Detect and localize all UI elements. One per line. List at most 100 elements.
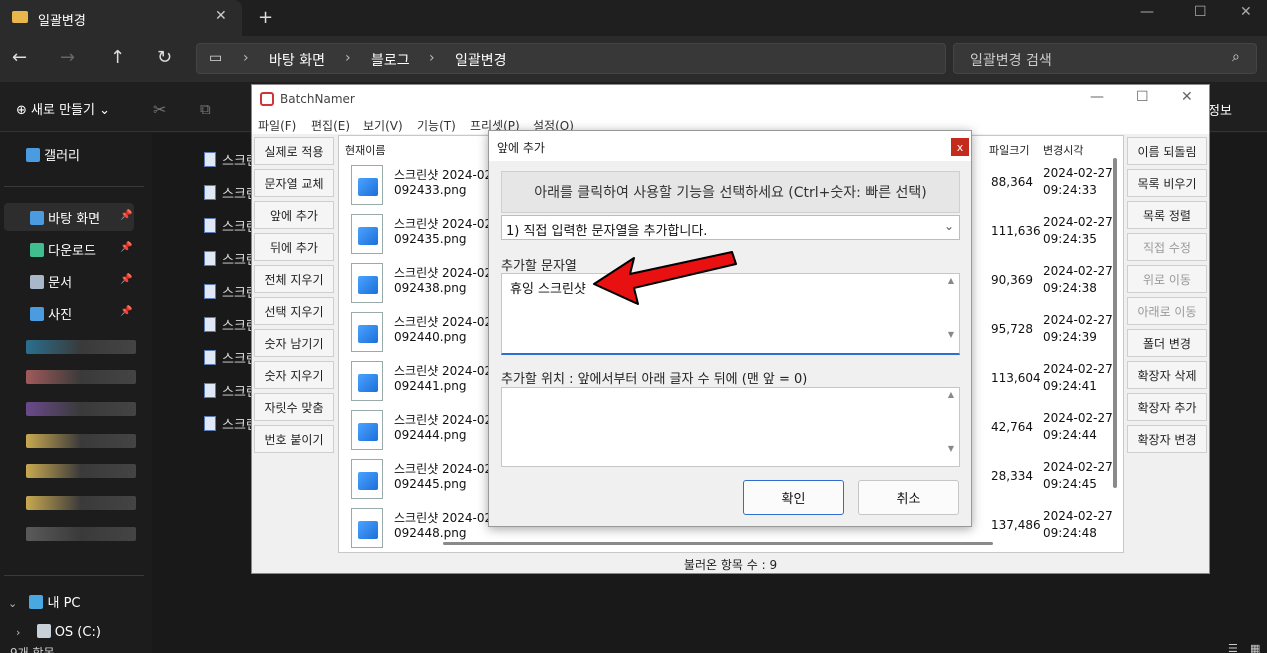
remove-numbers-button[interactable]: 숫자 지우기 — [254, 361, 334, 389]
change-folder-button[interactable]: 폴더 변경 — [1127, 329, 1207, 357]
chevron-down-icon: ⌄ — [944, 219, 955, 233]
file-time: 09:24:44 — [1043, 428, 1097, 442]
menu-file[interactable]: 파일(F) — [258, 117, 296, 134]
close-window-icon[interactable]: ✕ — [1240, 4, 1252, 20]
add-extension-button[interactable]: 확장자 추가 — [1127, 393, 1207, 421]
file-item[interactable]: 스크린 — [204, 348, 258, 367]
sidebar-item-desktop[interactable]: 바탕 화면 — [30, 208, 100, 227]
tiles-view-icon[interactable]: ▦ — [1250, 642, 1260, 653]
file-item[interactable]: 스크린 — [204, 216, 258, 235]
undo-names-button[interactable]: 이름 되돌림 — [1127, 137, 1207, 165]
cancel-button[interactable]: 취소 — [858, 480, 959, 515]
file-item[interactable]: 스크린 — [204, 414, 258, 433]
add-suffix-button[interactable]: 뒤에 추가 — [254, 233, 334, 261]
move-up-button[interactable]: 위로 이동 — [1127, 265, 1207, 293]
new-tab-button[interactable]: + — [258, 7, 273, 28]
vertical-scrollbar[interactable] — [1113, 158, 1117, 488]
change-extension-button[interactable]: 확장자 변경 — [1127, 425, 1207, 453]
edit-directly-button[interactable]: 직접 수정 — [1127, 233, 1207, 261]
file-size: 113,604 — [991, 371, 1041, 385]
breadcrumb-item[interactable]: 블로그 — [371, 50, 410, 70]
maximize-icon[interactable]: ☐ — [1194, 4, 1207, 20]
mode-dropdown[interactable]: 1) 직접 입력한 문자열을 추가합니다. ⌄ — [501, 215, 960, 240]
horizontal-scrollbar[interactable] — [443, 542, 993, 545]
explorer-tab[interactable]: 일괄변경 ✕ — [0, 0, 242, 36]
sidebar-item-pictures[interactable]: 사진 — [30, 304, 72, 323]
column-header-current-name[interactable]: 현재이름 — [345, 142, 385, 158]
file-item[interactable]: 스크린 — [204, 381, 258, 400]
keep-numbers-button[interactable]: 숫자 남기기 — [254, 329, 334, 357]
file-date: 2024-02-27 — [1043, 313, 1113, 327]
replace-string-button[interactable]: 문자열 교체 — [254, 169, 334, 197]
clear-list-button[interactable]: 목록 비우기 — [1127, 169, 1207, 197]
forward-arrow-icon[interactable]: → — [60, 47, 75, 68]
ok-button[interactable]: 확인 — [743, 480, 844, 515]
pin-icon[interactable]: 📌 — [120, 306, 132, 317]
chevron-right-icon: › — [16, 626, 21, 639]
file-date: 2024-02-27 — [1043, 362, 1113, 376]
dialog-close-icon[interactable]: x — [951, 138, 969, 156]
search-icon[interactable]: ⌕ — [1232, 49, 1240, 65]
add-prefix-button[interactable]: 앞에 추가 — [254, 201, 334, 229]
column-header-modified[interactable]: 변경시각 — [1043, 142, 1083, 158]
file-item[interactable]: 스크린 — [204, 282, 258, 301]
file-name: 스크린샷 2024-02- — [394, 462, 497, 476]
minimize-icon[interactable]: — — [1140, 4, 1154, 20]
file-name: 092438.png — [394, 281, 467, 295]
breadcrumb-item[interactable]: 일괄변경 — [455, 50, 507, 70]
textarea-scrollbar[interactable]: ▲ ▼ — [945, 276, 957, 352]
refresh-icon[interactable]: ↻ — [157, 47, 172, 68]
maximize-icon[interactable]: ☐ — [1136, 89, 1149, 105]
textarea-scrollbar[interactable]: ▲ ▼ — [945, 390, 957, 464]
pin-icon[interactable]: 📌 — [120, 242, 132, 253]
menu-view[interactable]: 보기(V) — [363, 117, 403, 134]
dialog-title: 앞에 추가 — [497, 141, 545, 155]
back-arrow-icon[interactable]: ← — [12, 47, 27, 68]
pc-icon — [29, 595, 44, 609]
file-item[interactable]: 스크린 — [204, 315, 258, 334]
menu-edit[interactable]: 편집(E) — [311, 117, 350, 134]
sort-list-button[interactable]: 목록 정렬 — [1127, 201, 1207, 229]
up-arrow-icon[interactable]: ↑ — [110, 47, 125, 68]
file-time: 09:24:41 — [1043, 379, 1097, 393]
pin-icon[interactable]: 📌 — [120, 274, 132, 285]
copy-icon[interactable]: ⧉ — [200, 100, 211, 118]
file-item[interactable]: 스크린 — [204, 150, 258, 169]
blurred-item — [26, 496, 136, 510]
chevron-down-icon: ⌄ — [8, 597, 18, 610]
search-box[interactable]: 일괄변경 검색 ⌕ — [953, 43, 1257, 74]
delete-extension-button[interactable]: 확장자 삭제 — [1127, 361, 1207, 389]
search-placeholder: 일괄변경 검색 — [970, 53, 1052, 69]
breadcrumb-item[interactable]: 바탕 화면 — [269, 50, 325, 70]
details-view-icon[interactable]: ☰ — [1228, 642, 1238, 653]
string-input-value: 휴잉 스크린샷 — [510, 282, 586, 297]
close-window-icon[interactable]: ✕ — [1181, 89, 1193, 105]
apply-button[interactable]: 실제로 적용 — [254, 137, 334, 165]
add-numbering-button[interactable]: 번호 붙이기 — [254, 425, 334, 453]
cut-icon[interactable]: ✂ — [153, 100, 166, 119]
file-date: 2024-02-27 — [1043, 215, 1113, 229]
menu-function[interactable]: 기능(T) — [417, 117, 456, 134]
sidebar-item-documents[interactable]: 문서 — [30, 272, 72, 291]
new-button[interactable]: ⊕ 새로 만들기 ⌄ — [16, 99, 110, 118]
tab-title: 일괄변경 — [38, 14, 86, 29]
column-header-size[interactable]: 파일크기 — [989, 142, 1029, 158]
sidebar-item-downloads[interactable]: 다운로드 — [30, 240, 96, 259]
file-name: 092445.png — [394, 477, 467, 491]
file-item[interactable]: 스크린 — [204, 249, 258, 268]
sidebar-item-this-pc[interactable]: ⌄ 내 PC — [8, 592, 81, 611]
address-bar[interactable]: ▭ › 바탕 화면 › 블로그 › 일괄변경 — [196, 43, 946, 74]
clear-all-button[interactable]: 전체 지우기 — [254, 265, 334, 293]
sidebar-item-gallery[interactable]: 갤러리 — [26, 145, 80, 164]
sidebar-item-drive-c[interactable]: › OS (C:) — [16, 624, 101, 640]
minimize-icon[interactable]: — — [1090, 89, 1104, 105]
move-down-button[interactable]: 아래로 이동 — [1127, 297, 1207, 325]
position-input[interactable]: ▲ ▼ — [501, 387, 960, 467]
pin-icon[interactable]: 📌 — [120, 210, 132, 221]
sidebar-item-label: OS (C:) — [54, 625, 101, 640]
clear-selected-button[interactable]: 선택 지우기 — [254, 297, 334, 325]
file-item[interactable]: 스크린 — [204, 183, 258, 202]
details-label[interactable]: 정보 — [1208, 100, 1232, 119]
pad-digits-button[interactable]: 자릿수 맞춤 — [254, 393, 334, 421]
tab-close-icon[interactable]: ✕ — [215, 8, 227, 24]
